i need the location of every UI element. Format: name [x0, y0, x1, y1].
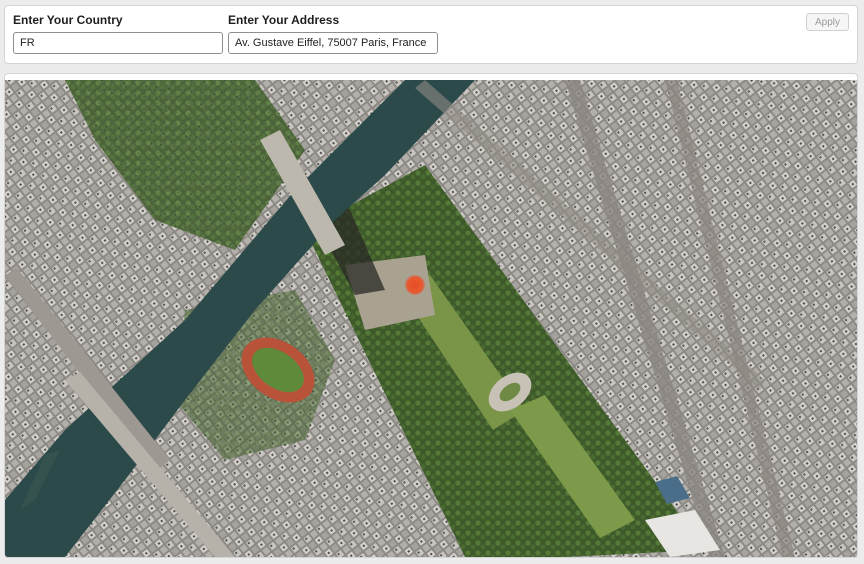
address-form: Enter Your Country Enter Your Address Ap… [4, 5, 858, 64]
address-field-group: Enter Your Address [228, 13, 438, 54]
satellite-imagery [5, 80, 857, 557]
apply-button[interactable]: Apply [806, 13, 849, 31]
country-field-group: Enter Your Country [13, 13, 223, 54]
country-input[interactable] [13, 32, 223, 54]
map-panel [4, 73, 858, 558]
satellite-map[interactable] [5, 80, 857, 557]
address-input[interactable] [228, 32, 438, 54]
address-label: Enter Your Address [228, 13, 340, 27]
country-label: Enter Your Country [13, 13, 123, 27]
location-pin-icon[interactable] [405, 275, 425, 295]
